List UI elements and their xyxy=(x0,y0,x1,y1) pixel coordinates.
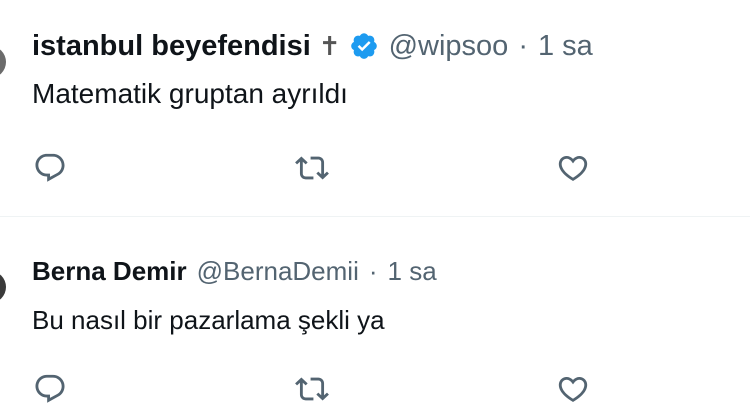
tweet[interactable]: Berna Demir @BernaDemii · 1 sa Bu nasıl … xyxy=(0,217,750,417)
reply-icon xyxy=(35,374,65,403)
avatar[interactable] xyxy=(0,46,6,78)
timestamp[interactable]: 1 sa xyxy=(538,30,593,63)
cross-emoji: ✝ xyxy=(318,30,341,61)
heart-icon xyxy=(558,376,588,402)
like-button[interactable] xyxy=(553,369,593,409)
retweet-icon xyxy=(295,156,329,180)
reply-icon xyxy=(35,153,65,182)
like-button[interactable] xyxy=(553,148,593,188)
author-handle[interactable]: @BernaDemii xyxy=(197,256,359,287)
tweet-text: Matematik gruptan ayrıldı xyxy=(32,78,348,109)
reply-button[interactable] xyxy=(30,148,70,188)
tweet-text: Bu nasıl bir pazarlama şekli ya xyxy=(32,305,385,335)
separator-dot: · xyxy=(368,255,378,286)
heart-icon xyxy=(558,155,588,181)
verified-badge-icon xyxy=(350,33,377,59)
avatar[interactable] xyxy=(0,271,6,303)
tweet[interactable]: istanbul beyefendisi ✝ @wipsoo · 1 sa Ma… xyxy=(0,0,750,217)
reply-button[interactable] xyxy=(30,369,70,409)
author-handle[interactable]: @wipsoo xyxy=(389,30,509,63)
timestamp[interactable]: 1 sa xyxy=(388,256,437,287)
separator-dot: · xyxy=(518,29,528,62)
retweet-button[interactable] xyxy=(292,369,332,409)
author-name[interactable]: istanbul beyefendisi xyxy=(32,30,311,63)
tweet-header: istanbul beyefendisi ✝ @wipsoo · 1 sa xyxy=(32,28,593,64)
tweet-header: Berna Demir @BernaDemii · 1 sa xyxy=(32,253,437,289)
retweet-button[interactable] xyxy=(292,148,332,188)
author-name[interactable]: Berna Demir xyxy=(32,256,187,287)
retweet-icon xyxy=(295,377,329,401)
